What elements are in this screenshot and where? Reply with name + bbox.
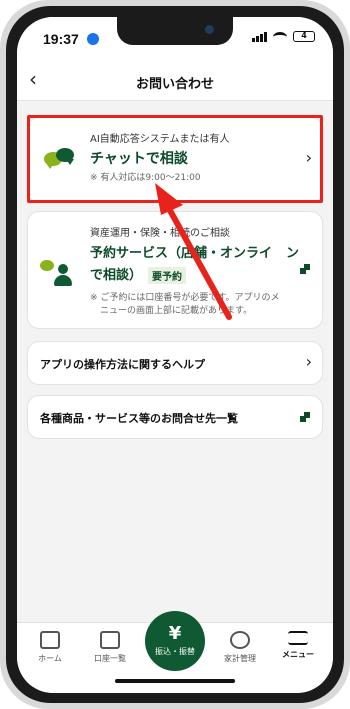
reserve-card-title-line2: ン: [286, 246, 300, 261]
external-link-icon: [300, 412, 310, 422]
reserve-card-note-line2: ニューの画面上部に記載があります。: [100, 306, 253, 316]
highlight-box: [27, 115, 323, 203]
main-content: AI自動応答システムまたは有人 チャットで相談 ※ 有人対応は9:00〜21:0…: [17, 101, 333, 641]
chevron-right-icon: ›: [305, 352, 312, 371]
tab-transfer-label: 振込・振替: [155, 647, 195, 656]
tab-accounts-label: 口座一覧: [94, 654, 126, 663]
battery-icon: 4: [293, 31, 315, 42]
contact-list-label: 各種商品・サービス等のお問合せ先一覧: [40, 412, 238, 425]
person-chat-icon: [40, 258, 76, 290]
tab-menu[interactable]: メニュー: [273, 631, 323, 660]
reservation-required-badge: 要予約: [148, 267, 187, 284]
reserve-card-title-line3-wrap: で相談） 要予約: [90, 264, 187, 284]
status-time: 19:37: [43, 31, 79, 47]
page-title: お問い合わせ: [135, 77, 214, 92]
app-help-label: アプリの操作方法に関するヘルプ: [40, 358, 205, 371]
home-icon: [40, 631, 60, 649]
tab-budget-label: 家計管理: [224, 654, 256, 663]
external-link-icon: [300, 264, 310, 274]
reserve-card-subtitle: 資産運用・保険・相続のご相談: [90, 228, 230, 239]
status-icons: 4: [252, 31, 315, 42]
wifi-icon: [273, 31, 287, 42]
nav-header: ‹ お問い合わせ: [17, 61, 333, 101]
home-indicator: [115, 679, 235, 683]
menu-icon: [288, 631, 308, 645]
pie-chart-icon: [230, 631, 250, 649]
tab-menu-label: メニュー: [282, 650, 314, 659]
tab-home-label: ホーム: [38, 654, 62, 663]
notch: [117, 17, 233, 45]
camera-icon: [205, 25, 214, 34]
location-icon: [87, 33, 99, 45]
card-icon: [100, 631, 120, 649]
app-help-row[interactable]: アプリの操作方法に関するヘルプ ›: [27, 341, 323, 385]
reservation-service-card[interactable]: 資産運用・保険・相続のご相談 予約サービス（店舗・オンライ ン で相談） 要予約 …: [27, 211, 323, 329]
tab-accounts[interactable]: 口座一覧: [85, 631, 135, 664]
yen-exchange-icon: ¥: [168, 623, 182, 644]
contact-list-row[interactable]: 各種商品・サービス等のお問合せ先一覧: [27, 395, 323, 439]
tab-home[interactable]: ホーム: [25, 631, 75, 664]
phone-screen: 19:37 4 ‹ お問い合わせ AI自動応答システムまたは有人 チャットで相談…: [17, 17, 333, 693]
reserve-card-note-line1: ※ ご予約には口座番号が必要です。アプリのメ: [90, 293, 280, 303]
reserve-card-title-line3: で相談）: [90, 268, 143, 283]
tab-transfer[interactable]: ¥ 振込・振替: [145, 611, 205, 671]
reserve-card-title-line1: 予約サービス（店舗・オンライ: [90, 246, 273, 261]
tab-budget[interactable]: 家計管理: [215, 631, 265, 664]
signal-icon: [252, 31, 267, 42]
